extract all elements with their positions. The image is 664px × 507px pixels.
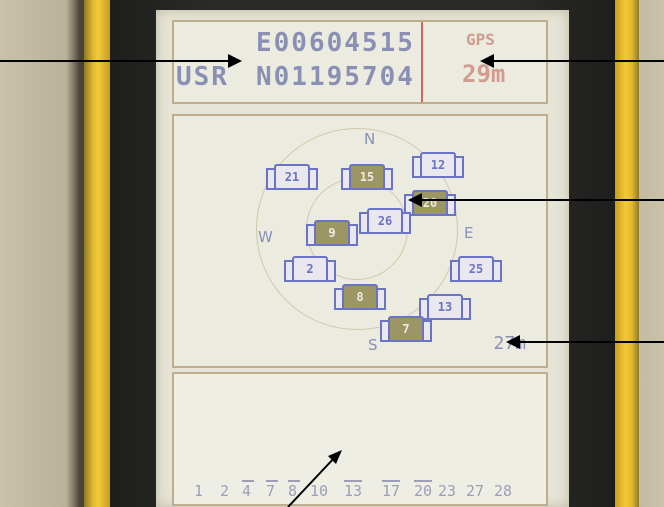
satellite-9: 9 [306, 220, 358, 246]
satellite-15: 15 [341, 164, 393, 190]
device-housing-right [615, 0, 639, 507]
arrowhead-satellite [408, 193, 422, 207]
easting-value: E00604515 [256, 28, 415, 58]
signal-bar-label: 27 [466, 482, 485, 500]
arrow-to-altitude [494, 60, 664, 62]
signal-bar-label: 23 [438, 482, 457, 500]
signal-bar-label: 7 [266, 482, 276, 500]
satellite-12: 12 [412, 152, 464, 178]
satellite-26: 26 [359, 208, 411, 234]
signal-bar-overline [242, 480, 254, 482]
arrow-to-signal-bars [287, 450, 342, 507]
panel-divider [421, 22, 423, 102]
satellite-13: 13 [419, 294, 471, 320]
satellite-25: 25 [450, 256, 502, 282]
signal-bar-overline [382, 480, 400, 482]
satellite-21: 21 [266, 164, 318, 190]
gps-mode-label: GPS [466, 30, 495, 49]
device-housing-left [84, 0, 110, 507]
signal-strength-panel: 1 2 4 7 8 10 13 17 20 23 27 28 [172, 372, 548, 506]
user-label: USR [176, 62, 229, 92]
signal-bar-label: 1 [194, 482, 204, 500]
arrowhead-easting [228, 54, 242, 68]
satellite-2: 2 [284, 256, 336, 282]
satellite-7: 7 [380, 316, 432, 342]
compass-east: E [464, 224, 474, 242]
compass-north: N [364, 130, 376, 148]
satellite-8: 8 [334, 284, 386, 310]
signal-bar-overline [414, 480, 432, 482]
arrow-to-satellite [422, 199, 664, 201]
signal-bar-label: 28 [494, 482, 513, 500]
northing-value: N01195704 [256, 62, 415, 92]
signal-bar-label: 20 [414, 482, 433, 500]
compass-south: S [368, 336, 378, 354]
arrow-to-accuracy [520, 341, 664, 343]
arrowhead-accuracy [506, 335, 520, 349]
signal-bar-label: 2 [220, 482, 230, 500]
gps-lcd-screen: E00604515 USR N01195704 GPS 29m N W E S … [156, 10, 569, 507]
signal-bar-overline [266, 480, 278, 482]
signal-bar-label: 4 [242, 482, 252, 500]
skyplot-panel: N W E S 21 15 12 20 9 26 2 25 8 13 7 27m [172, 114, 548, 368]
arrow-to-easting [0, 60, 228, 62]
compass-west: W [258, 228, 273, 246]
signal-bar-label: 17 [382, 482, 401, 500]
arrowhead-altitude [480, 54, 494, 68]
